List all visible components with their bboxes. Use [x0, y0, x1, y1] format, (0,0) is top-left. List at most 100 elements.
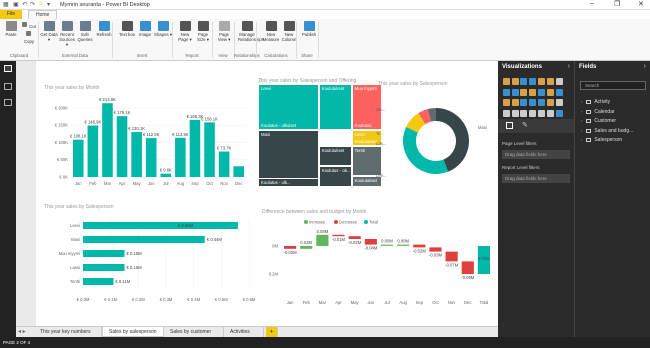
- new-measure-icon: [265, 21, 277, 31]
- kpi-icon[interactable]: [520, 110, 528, 118]
- recent-sources-button[interactable]: Recent Sources ▾: [58, 21, 76, 47]
- expand-chevron-icon[interactable]: ›: [581, 99, 582, 104]
- monthly-bar-chart[interactable]: € 0K € 50K € 100K € 150K € 200K € 108.1K Jan € …: [41, 93, 251, 197]
- tab-file[interactable]: File: [0, 10, 22, 19]
- field-table-salesperson[interactable]: › Salesperson: [581, 137, 622, 143]
- undo-icon[interactable]: ↶: [22, 1, 27, 8]
- page-tab-sales-by-salesperson[interactable]: Sales by salesperson: [102, 327, 164, 337]
- line-chart-icon[interactable]: [555, 77, 563, 85]
- expand-chevron-icon[interactable]: ›: [581, 118, 582, 123]
- scatter-icon[interactable]: [555, 88, 563, 96]
- treemap-cell[interactable]: Leevi Koulutus - ulkoiset: [258, 84, 319, 130]
- fields-search-input[interactable]: Search: [580, 81, 646, 90]
- get-data-button[interactable]: Get Data ▾: [40, 21, 58, 42]
- table-icon[interactable]: [538, 110, 546, 118]
- shapes-button[interactable]: Shapes ▾: [154, 21, 172, 37]
- waterfall-chart[interactable]: Increase Decrease Total 0M 0.2M -0.02M Jan 0.02…: [260, 216, 496, 308]
- paste-button[interactable]: Paste: [2, 21, 20, 37]
- slicer-icon[interactable]: [529, 110, 537, 118]
- save-icon[interactable]: ▣: [13, 1, 19, 8]
- funnel-icon[interactable]: [546, 99, 554, 107]
- donut-icon[interactable]: [511, 99, 519, 107]
- treemap-cell[interactable]: Koulutus - ob...: [318, 166, 352, 187]
- copy-button[interactable]: Copy: [22, 31, 36, 45]
- new-measure-button[interactable]: New Measure: [262, 21, 280, 42]
- clustered-column-icon[interactable]: [529, 77, 537, 85]
- x-tick-label: Aug: [399, 300, 407, 305]
- multi-card-icon[interactable]: [511, 110, 519, 118]
- expand-chevron-icon[interactable]: ›: [581, 137, 582, 142]
- relationships-view-icon[interactable]: [4, 99, 12, 106]
- field-table-sales-and-budg[interactable]: › Sales and budg...: [581, 128, 633, 134]
- treemap-chart[interactable]: Leevi Koulutus - ulkoiset Koulutukset Muu m…: [258, 84, 382, 187]
- 100-column-icon[interactable]: [546, 77, 554, 85]
- ribbon-button-label: Paste: [5, 32, 17, 37]
- salesperson-bar-chart[interactable]: € 0.0M € 0.1M € 0.2M € 0.3M € 0.4M € 0.5M € 0.…: [41, 213, 256, 308]
- page-tab-this-year-key-numbers[interactable]: This year key numbers: [34, 327, 102, 337]
- text-box-button[interactable]: Text box: [118, 21, 136, 37]
- collapse-fields-icon[interactable]: ›: [644, 63, 646, 70]
- tab-home[interactable]: Home: [28, 10, 58, 19]
- page-nav-arrows-icon[interactable]: ◂ ▸: [18, 327, 26, 337]
- report-filters-drop[interactable]: Drag data fields here: [502, 174, 570, 183]
- field-table-customer[interactable]: › Customer: [581, 118, 616, 124]
- waterfall-bar: [332, 234, 345, 237]
- new-page-button[interactable]: New Page ▾: [176, 21, 194, 42]
- page-tab-sales-by-customer[interactable]: Sales by customer: [164, 327, 224, 337]
- r-visual-icon[interactable]: [555, 110, 563, 118]
- map-icon[interactable]: [529, 99, 537, 107]
- visualizations-title: Visualizations: [502, 64, 542, 70]
- cut-button[interactable]: Cut: [22, 22, 36, 30]
- redo-icon[interactable]: ↷: [30, 1, 35, 8]
- expand-chevron-icon[interactable]: ›: [581, 128, 582, 133]
- manage-relationships-button[interactable]: Manage Relationships: [238, 21, 264, 42]
- treemap-cell[interactable]: Koulutus - ulk...: [258, 178, 319, 187]
- filled-map-icon[interactable]: [538, 99, 546, 107]
- add-page-button[interactable]: +: [266, 327, 278, 337]
- stacked-column-icon[interactable]: [511, 77, 519, 85]
- gauge-icon[interactable]: [555, 99, 563, 107]
- donut-chart[interactable]: Masi Lee... Las... Te... Mu...: [374, 89, 494, 189]
- page-tab-activities[interactable]: Activities: [224, 327, 264, 337]
- donut-slice: [403, 126, 449, 175]
- treemap-icon[interactable]: [520, 99, 528, 107]
- 100-bar-icon[interactable]: [538, 77, 546, 85]
- page-view-button[interactable]: Page View ▾: [215, 21, 233, 42]
- stacked-area-icon[interactable]: [511, 88, 519, 96]
- dropdown-icon[interactable]: ▾: [47, 1, 50, 8]
- page-size-button[interactable]: Page Size ▾: [194, 21, 212, 42]
- page-filters-drop[interactable]: Drag data fields here: [502, 150, 570, 159]
- stacked-bar-icon[interactable]: [502, 77, 510, 85]
- treemap-cell-label: Masi: [261, 132, 271, 137]
- waterfall-title: Difference between sales and budget by M…: [262, 209, 367, 215]
- edit-queries-button[interactable]: Edit Queries: [76, 21, 94, 42]
- area-chart-icon[interactable]: [502, 88, 510, 96]
- fields-well-icon[interactable]: [506, 122, 513, 129]
- treemap-cell[interactable]: Koulutukset: [318, 84, 352, 130]
- smiley-icon[interactable]: ☺: [38, 1, 44, 7]
- pie-icon[interactable]: [502, 99, 510, 107]
- field-table-activity[interactable]: › Activity: [581, 99, 610, 105]
- y-tick-label: € 150K: [55, 123, 68, 128]
- expand-chevron-icon[interactable]: ›: [581, 109, 582, 114]
- matrix-icon[interactable]: [546, 110, 554, 118]
- line-column-icon[interactable]: [520, 88, 528, 96]
- format-paint-icon[interactable]: ✎: [522, 121, 528, 129]
- line-clustered-icon[interactable]: [529, 88, 537, 96]
- report-view-icon[interactable]: [4, 65, 12, 72]
- image-button[interactable]: Image: [136, 21, 154, 37]
- ribbon: Paste Cut Copy Get Data ▾ Recent Sources ▾ Ed…: [0, 19, 650, 61]
- minimize-icon[interactable]: –: [590, 0, 594, 7]
- refresh-button[interactable]: Refresh: [95, 21, 113, 37]
- clustered-bar-icon[interactable]: [520, 77, 528, 85]
- waterfall-icon[interactable]: [546, 88, 554, 96]
- ribbon-chart-icon[interactable]: [538, 88, 546, 96]
- collapse-viz-icon[interactable]: ›: [568, 63, 570, 70]
- restore-icon[interactable]: ❐: [614, 0, 620, 8]
- data-view-icon[interactable]: [4, 83, 12, 90]
- card-icon[interactable]: [502, 110, 510, 118]
- treemap-cell[interactable]: Koulutukset: [318, 146, 352, 166]
- publish-button[interactable]: Publish: [300, 21, 318, 37]
- field-table-calendar[interactable]: › Calendar: [581, 109, 615, 115]
- close-icon[interactable]: ✕: [638, 0, 644, 8]
